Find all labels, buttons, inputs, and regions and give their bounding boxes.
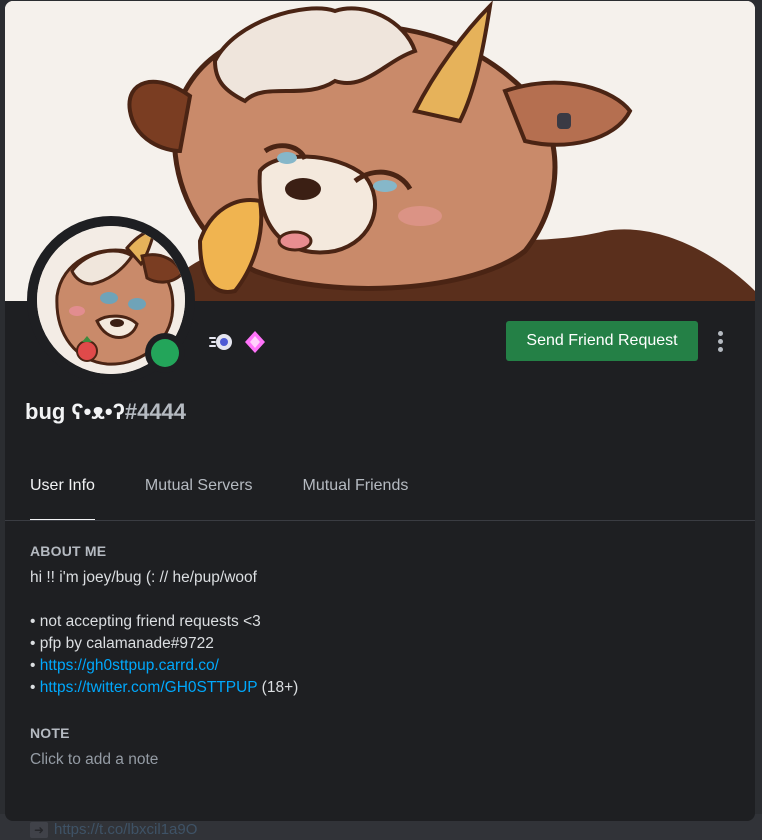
status-indicator [145, 333, 185, 373]
note-input[interactable]: Click to add a note [30, 751, 158, 769]
note-section: NOTE Click to add a note [30, 725, 158, 769]
tabs-divider [5, 520, 755, 521]
bullet-prefix: • [30, 679, 40, 696]
about-line: hi !! i'm joey/bug (: // he/pup/woof [30, 569, 257, 586]
tab-mutual-friends[interactable]: Mutual Friends [303, 471, 409, 521]
tab-mutual-servers[interactable]: Mutual Servers [145, 471, 253, 521]
avatar-container[interactable] [27, 216, 195, 384]
send-friend-request-button[interactable]: Send Friend Request [506, 321, 698, 361]
note-title: NOTE [30, 725, 70, 741]
discriminator: #4444 [124, 399, 187, 424]
tab-user-info[interactable]: User Info [30, 471, 95, 521]
about-bullet: • https://gh0sttpup.carrd.co/ [30, 655, 298, 677]
online-status-icon [151, 339, 179, 367]
background-message: ➜ https://t.co/lbxcil1a9O [30, 821, 197, 838]
twitter-link[interactable]: https://twitter.com/GH0STTPUP [40, 679, 258, 696]
about-me-title: ABOUT ME [30, 543, 107, 559]
about-me-section: ABOUT ME hi !! i'm joey/bug (: // he/pup… [30, 543, 298, 699]
bullet-prefix: • [30, 657, 40, 674]
profile-tabs: User Info Mutual Servers Mutual Friends [30, 471, 458, 521]
more-options-icon[interactable] [708, 325, 732, 357]
nitro-icon[interactable] [208, 329, 234, 355]
background-link: https://t.co/lbxcil1a9O [54, 821, 198, 838]
link-suffix: (18+) [257, 679, 299, 696]
about-bullet: • https://twitter.com/GH0STTPUP (18+) [30, 677, 298, 699]
profile-badges [208, 329, 268, 355]
boost-icon[interactable] [242, 329, 268, 355]
username: bug ʕ•ᴥ•ʔ [25, 399, 125, 424]
arrow-right-icon: ➜ [30, 821, 48, 838]
username-tag[interactable]: bug ʕ•ᴥ•ʔ#4444 [25, 399, 186, 425]
user-profile-modal: Send Friend Request bug ʕ•ᴥ•ʔ#4444 User … [5, 1, 755, 821]
about-bullet: • not accepting friend requests <3 [30, 613, 261, 630]
about-me-body: hi !! i'm joey/bug (: // he/pup/woof • n… [30, 567, 298, 699]
about-bullet: • pfp by calamanade#9722 [30, 635, 214, 652]
carrd-link[interactable]: https://gh0sttpup.carrd.co/ [40, 657, 219, 674]
